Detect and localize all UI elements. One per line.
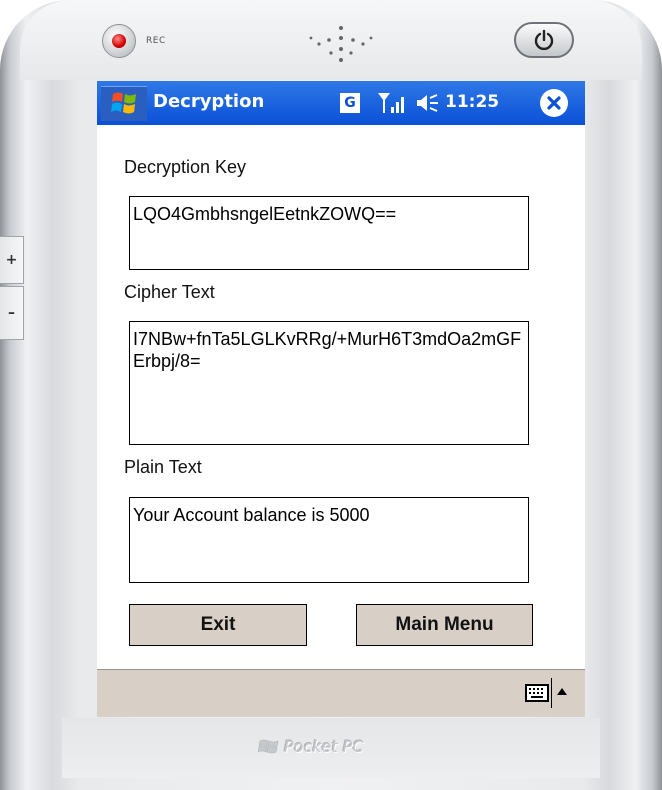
keyboard-icon[interactable] (525, 684, 549, 702)
network-status-badge[interactable]: G (340, 93, 360, 113)
cipher-text-field[interactable]: I7NBw+fnTa5LGLKvRRg/+MurH6T3mdOa2mGFErbp… (129, 321, 529, 445)
record-button[interactable] (102, 24, 136, 58)
cipher-text-label: Cipher Text (124, 282, 215, 302)
app-title: Decryption (153, 91, 265, 112)
start-menu-button[interactable] (101, 86, 147, 121)
power-icon (534, 29, 554, 51)
plain-text-field[interactable]: Your Account balance is 5000 (129, 497, 529, 583)
sip-toggle-arrow-icon[interactable] (557, 688, 567, 695)
decryption-key-label: Decryption Key (124, 157, 247, 177)
plain-text-label: Plain Text (124, 457, 202, 477)
volume-icon[interactable] (415, 92, 441, 114)
main-menu-button[interactable]: Main Menu (356, 604, 533, 646)
clock[interactable]: 11:25 (445, 92, 499, 112)
record-label: REC (146, 36, 166, 46)
side-plus-button[interactable]: + (0, 236, 24, 284)
power-button[interactable] (514, 22, 574, 58)
exit-button[interactable]: Exit (129, 604, 307, 646)
screen: Decryption G 11:25 Decryption Key LQO4Gm… (97, 81, 585, 717)
pocket-pc-device: + – REC Pocket PC Decryption G 11:25 Dec… (0, 0, 662, 790)
brand-label: Pocket PC (284, 737, 364, 756)
close-button[interactable] (540, 89, 568, 117)
pocket-pc-logo: Pocket PC (258, 737, 364, 756)
windows-flag-icon (111, 92, 136, 114)
title-bar: Decryption G 11:25 (97, 81, 585, 125)
close-icon (547, 96, 561, 110)
side-minus-button[interactable]: – (0, 286, 24, 340)
windows-logo-icon (258, 739, 279, 753)
sip-separator (551, 678, 552, 708)
menu-bar (97, 669, 585, 717)
signal-icon[interactable] (377, 91, 409, 115)
speaker-grille-icon (309, 26, 373, 62)
record-icon (112, 34, 126, 48)
decryption-key-field[interactable]: LQO4GmbhsngelEetnkZOWQ== (129, 196, 529, 270)
